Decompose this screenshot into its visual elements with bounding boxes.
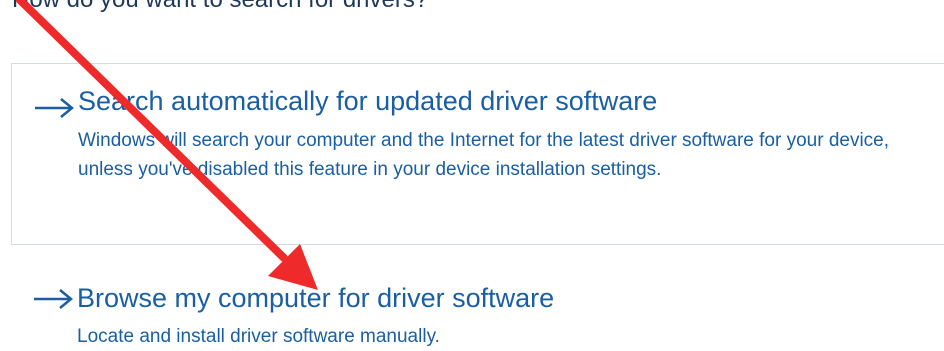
right-arrow-icon xyxy=(35,98,74,118)
search-automatically-title[interactable]: Search automatically for updated driver … xyxy=(78,86,657,117)
browse-my-computer-title[interactable]: Browse my computer for driver software xyxy=(77,283,554,314)
search-automatically-description: Windows will search your computer and th… xyxy=(78,130,890,180)
search-automatically-option[interactable]: Search automatically for updated driver … xyxy=(11,63,944,245)
right-arrow-icon xyxy=(34,289,73,309)
dialog-prompt: How do you want to search for drivers? xyxy=(12,0,428,14)
driver-update-dialog: How do you want to search for drivers? S… xyxy=(0,0,944,351)
browse-my-computer-description: Locate and install driver software manua… xyxy=(77,326,440,347)
browse-my-computer-option[interactable]: Browse my computer for driver software L… xyxy=(11,268,944,351)
